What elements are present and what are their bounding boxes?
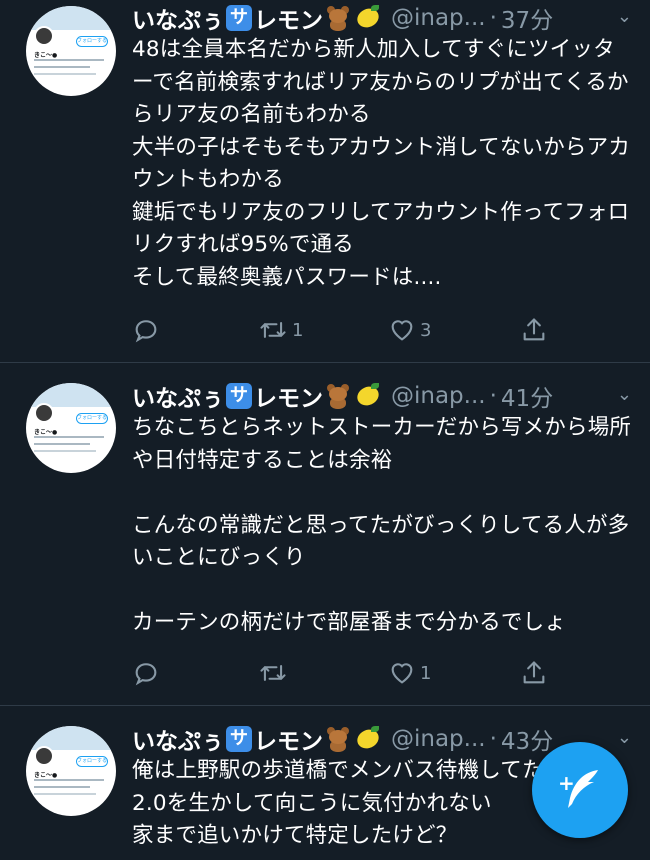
tweet-header: いなぷぅ サ レモン @inap... · 37分 ⌄ [132,0,632,36]
display-name[interactable]: いなぷぅ [132,722,224,756]
avatar-mini-follow: フォローする [76,413,108,424]
tweet-text: 48は全員本名だから新人加入してすぐにツイッターで名前検索すればリア友からのリプ… [132,37,631,290]
avatar-line [34,793,96,795]
avatar-line [34,59,104,61]
avatar-mini-name: きこ～● [34,52,58,59]
share-icon [523,661,545,684]
sa-badge-emoji: サ [226,383,252,409]
reply-button[interactable] [132,658,164,688]
share-button[interactable] [520,315,548,345]
reply-icon [135,320,157,343]
avatar-line [34,73,96,75]
timestamp[interactable]: 37分 [501,1,553,35]
retweet-icon [260,665,286,681]
teddy-bear-emoji [325,383,351,409]
timestamp[interactable]: 43分 [501,722,553,756]
separator-dot: · [489,5,497,31]
retweet-icon [260,322,286,338]
timestamp[interactable]: 41分 [501,379,553,413]
display-name-suffix[interactable]: レモン [254,722,323,756]
user-handle[interactable]: @inap... [391,383,486,409]
like-button[interactable]: 3 [388,315,431,345]
avatar[interactable]: フォローする きこ～● [26,6,116,96]
reply-button[interactable] [132,315,164,345]
retweet-button[interactable] [258,658,292,688]
chevron-down-icon[interactable]: ⌄ [617,384,632,405]
avatar-mini-pic [34,746,54,766]
teddy-bear-emoji [325,726,351,752]
avatar-mini-name: きこ～● [34,429,58,436]
avatar-line [34,779,104,781]
heart-icon [391,663,413,684]
display-name[interactable]: いなぷぅ [132,379,224,413]
avatar[interactable]: フォローする きこ～● [26,726,116,816]
like-count: 1 [420,662,432,684]
lemon-emoji [354,726,382,752]
chevron-down-icon[interactable]: ⌄ [617,6,632,27]
avatar[interactable]: フォローする きこ～● [26,383,116,473]
compose-tweet-button[interactable]: + [532,742,628,838]
tweet[interactable]: フォローする きこ～● いなぷぅ サ レモン @inap... · 41分 ⌄ … [0,363,650,705]
like-button[interactable]: 1 [388,658,431,688]
display-name-suffix[interactable]: レモン [254,1,323,35]
avatar-line [34,450,96,452]
tweet-actions: 1 3 [132,315,552,345]
avatar-mini-follow: フォローする [76,756,108,767]
lemon-emoji [354,383,382,409]
user-handle[interactable]: @inap... [391,726,486,752]
tweet-text: ちなこちとらネットストーカーだから写メから場所や日付特定することは余裕 こんなの… [132,415,632,635]
display-name[interactable]: いなぷぅ [132,1,224,35]
sa-badge-emoji: サ [226,5,252,31]
display-name-suffix[interactable]: レモン [254,379,323,413]
reply-icon [135,663,157,686]
tweet-header: いなぷぅ サ レモン @inap... · 41分 ⌄ [132,378,632,414]
lemon-emoji [354,5,382,31]
avatar-line [34,443,90,445]
tweet-actions: 1 [132,658,552,688]
chevron-down-icon[interactable]: ⌄ [617,727,632,748]
avatar-mini-pic [34,403,54,423]
retweet-button[interactable]: 1 [258,315,303,345]
tweet[interactable]: フォローする きこ～● いなぷぅ サ レモン @inap... · 37分 ⌄ … [0,0,650,362]
separator-dot: · [489,726,497,752]
user-handle[interactable]: @inap... [391,5,486,31]
share-button[interactable] [520,658,548,688]
heart-icon [391,320,413,341]
avatar-line [34,66,90,68]
avatar-mini-name: きこ～● [34,772,58,779]
like-count: 3 [420,319,432,341]
avatar-mini-pic [34,26,54,46]
separator-dot: · [489,383,497,409]
avatar-line [34,786,90,788]
sa-badge-emoji: サ [226,726,252,752]
share-icon [523,318,545,341]
retweet-count: 1 [292,319,304,341]
avatar-line [34,436,104,438]
teddy-bear-emoji [325,5,351,31]
feather-compose-icon: + [558,770,598,808]
avatar-mini-follow: フォローする [76,36,108,47]
